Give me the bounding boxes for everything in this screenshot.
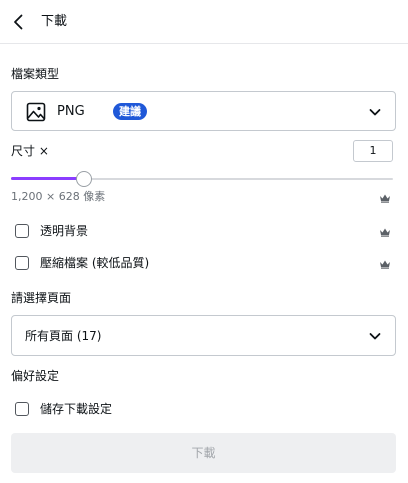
compress-file-checkbox[interactable] — [15, 256, 29, 270]
pages-select-value: 所有頁面 (17) — [25, 329, 102, 343]
save-download-settings-label: 儲存下載設定 — [40, 402, 113, 416]
compress-file-label: 壓縮檔案 (較低品質) — [40, 256, 150, 270]
dimensions-text: 1,200 × 628 像素 — [11, 190, 106, 203]
preferences-label: 偏好設定 — [11, 369, 60, 383]
transparent-background-label: 透明背景 — [40, 224, 89, 238]
select-pages-label: 請選擇頁面 — [11, 291, 72, 305]
panel-title: 下載 — [41, 14, 68, 29]
transparent-background-checkbox[interactable] — [15, 224, 29, 238]
save-download-settings-checkbox[interactable] — [15, 402, 29, 416]
crown-icon — [380, 260, 390, 269]
size-multiplier-input[interactable]: 1 — [353, 140, 393, 162]
size-slider-thumb[interactable] — [75, 171, 92, 187]
file-type-value: PNG — [57, 104, 85, 119]
image-icon — [26, 102, 46, 122]
file-type-label: 檔案類型 — [11, 67, 60, 81]
size-slider-fill — [11, 177, 84, 180]
back-button[interactable] — [9, 12, 29, 32]
file-type-select[interactable]: PNG 建議 — [11, 91, 396, 131]
crown-icon — [380, 194, 390, 203]
chevron-left-icon — [14, 14, 23, 30]
download-button[interactable]: 下載 — [11, 433, 396, 473]
panel-header: 下載 — [0, 0, 408, 44]
pages-select[interactable]: 所有頁面 (17) — [11, 315, 396, 356]
crown-icon — [380, 228, 390, 237]
size-label: 尺寸 × — [11, 144, 49, 158]
chevron-down-icon — [369, 333, 381, 340]
recommended-badge: 建議 — [113, 103, 147, 120]
chevron-down-icon — [369, 109, 381, 116]
